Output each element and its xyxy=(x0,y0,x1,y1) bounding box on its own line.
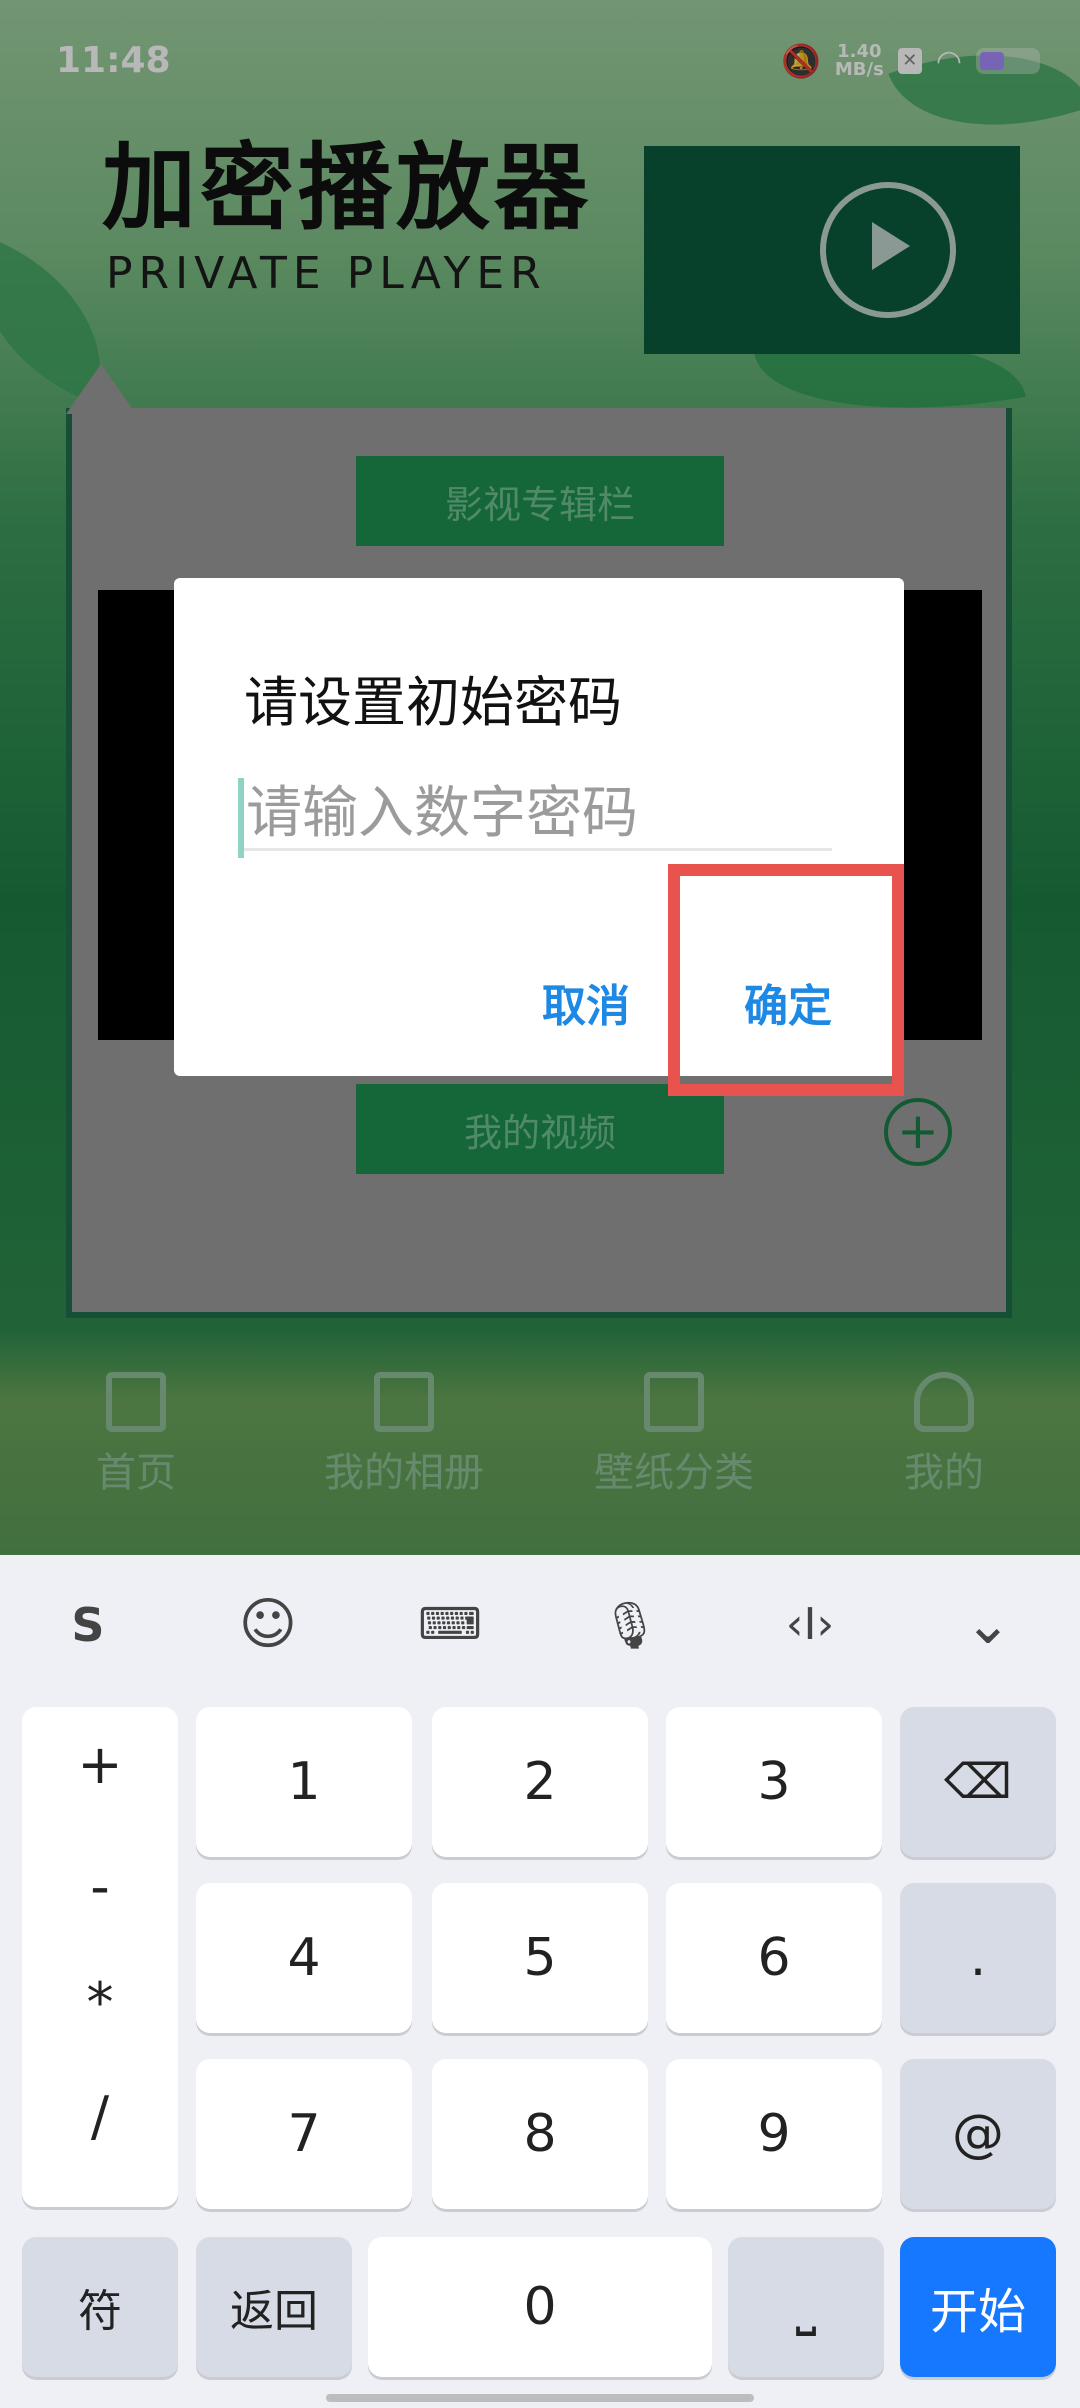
key-6[interactable]: 6 xyxy=(666,1883,882,2033)
key-plus[interactable]: + xyxy=(22,1733,178,1796)
key-3[interactable]: 3 xyxy=(666,1707,882,1857)
space-key[interactable]: ⎵ xyxy=(728,2237,884,2377)
highlight-box xyxy=(668,864,904,1096)
emoji-icon[interactable]: ☺ xyxy=(232,1589,304,1661)
password-input[interactable]: 请输入数字密码 xyxy=(238,774,832,858)
text-caret xyxy=(238,778,244,858)
back-key[interactable]: 返回 xyxy=(196,2237,352,2377)
key-minus[interactable]: - xyxy=(22,1855,178,1918)
password-placeholder: 请输入数字密码 xyxy=(246,781,638,846)
symbol-column[interactable]: + - * / xyxy=(22,1707,178,2207)
collapse-icon[interactable]: ⌄ xyxy=(952,1589,1024,1661)
key-1[interactable]: 1 xyxy=(196,1707,412,1857)
symbols-key[interactable]: 符 xyxy=(22,2237,178,2377)
cursor-icon[interactable]: ‹I› xyxy=(774,1589,846,1661)
backspace-key[interactable]: ⌫ xyxy=(900,1707,1056,1857)
start-key[interactable]: 开始 xyxy=(900,2237,1056,2377)
key-at[interactable]: @ xyxy=(900,2059,1056,2209)
backspace-icon: ⌫ xyxy=(944,1754,1012,1810)
microphone-icon[interactable]: 🎙 xyxy=(594,1589,666,1661)
key-divide[interactable]: / xyxy=(22,2085,178,2148)
home-indicator[interactable] xyxy=(326,2394,754,2402)
keyboard-icon[interactable]: ⌨ xyxy=(414,1589,486,1661)
dialog-title: 请设置初始密码 xyxy=(244,671,622,734)
key-7[interactable]: 7 xyxy=(196,2059,412,2209)
sogou-icon[interactable]: S xyxy=(52,1589,124,1661)
key-dot[interactable]: . xyxy=(900,1883,1056,2033)
key-4[interactable]: 4 xyxy=(196,1883,412,2033)
key-9[interactable]: 9 xyxy=(666,2059,882,2209)
key-multiply[interactable]: * xyxy=(22,1971,178,2034)
space-icon: ⎵ xyxy=(795,2276,817,2337)
keyboard-toolbar: S ☺ ⌨ 🎙 ‹I› ⌄ xyxy=(0,1555,1080,1695)
key-0[interactable]: 0 xyxy=(368,2237,712,2377)
key-5[interactable]: 5 xyxy=(432,1883,648,2033)
key-2[interactable]: 2 xyxy=(432,1707,648,1857)
numeric-keyboard: S ☺ ⌨ 🎙 ‹I› ⌄ + - * / 1 2 3 ⌫ 4 5 6 . 7 … xyxy=(0,1555,1080,2408)
cancel-button[interactable]: 取消 xyxy=(542,970,630,1034)
key-8[interactable]: 8 xyxy=(432,2059,648,2209)
